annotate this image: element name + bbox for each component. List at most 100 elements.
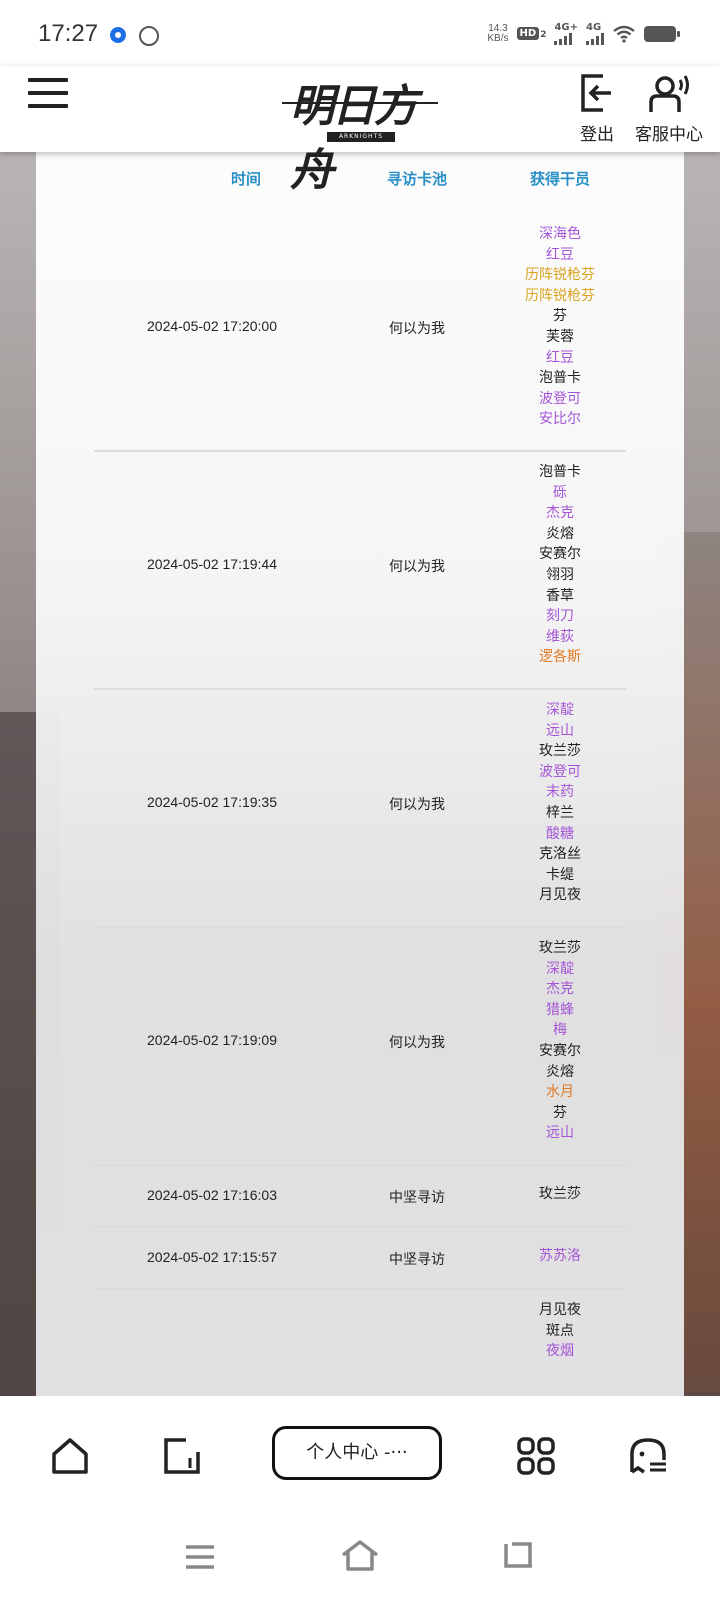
operator-name: 斑点 [546, 1322, 574, 1339]
operator-name: 芬 [553, 308, 567, 325]
operator-name: 安赛尔 [539, 546, 581, 563]
home-icon[interactable] [50, 1436, 90, 1476]
operator-name: 梅 [553, 1022, 567, 1039]
operator-name: 酸糖 [546, 825, 574, 842]
header-operators: 获得干员 [529, 170, 590, 188]
operator-name: 深靛 [546, 960, 574, 977]
cell-time: 2024-05-02 17:19:35 [147, 794, 277, 810]
logout-icon [581, 74, 611, 112]
operator-name: 安赛尔 [539, 1042, 581, 1059]
cell-pool: 中坚寻访 [389, 1252, 445, 1268]
operator-name: 刻刀 [546, 608, 574, 625]
customer-service-button[interactable]: 客服中心 [630, 72, 708, 145]
operator-name: 月见夜 [539, 887, 581, 904]
logout-button[interactable]: 登出 [574, 72, 620, 145]
ghost-icon[interactable] [628, 1436, 668, 1476]
operator-name: 炎熔 [546, 525, 574, 542]
operator-name: 波登可 [539, 763, 581, 780]
operator-name: 深靛 [546, 702, 574, 718]
hd-icon: HD 2 [516, 27, 546, 40]
operator-name: 红豆 [546, 349, 574, 366]
operator-name: 芬 [553, 1104, 567, 1121]
system-nav-bar [0, 1516, 720, 1600]
status-icons: 14.3 KB/s HD 2 4G+ 4G [487, 22, 680, 45]
operator-name: 安比尔 [539, 411, 581, 428]
operator-name: 月见夜 [539, 1302, 581, 1318]
customer-service-icon [649, 75, 689, 112]
menu-button[interactable] [28, 78, 68, 112]
operator-name: 克洛丝 [539, 846, 581, 863]
cell-operators: 苏苏洛 [486, 1246, 634, 1267]
operator-name: 泡普卡 [539, 464, 581, 480]
operator-name: 夜烟 [546, 1343, 574, 1360]
operator-name: 杰克 [546, 981, 574, 998]
operator-name: 维荻 [546, 628, 574, 645]
cell-pool: 中坚寻访 [389, 1190, 445, 1206]
battery-icon [644, 25, 680, 42]
operator-name: 炎熔 [546, 1063, 574, 1080]
operator-name: 历阵锐枪芬 [525, 287, 595, 304]
menu-icon[interactable] [184, 1544, 216, 1570]
table-row: 2024-05-02 17:20:00 何以为我 深海色 红豆 历阵锐枪芬 历阵锐枪芬芬芙… [94, 214, 626, 452]
cell-operators: 月见夜 斑点 夜烟 [486, 1300, 634, 1362]
tab-icon[interactable] [162, 1436, 202, 1476]
operator-name: 梓兰 [546, 804, 574, 821]
wifi-icon [613, 25, 635, 43]
table-row: 2024-05-02 17:16:03 中坚寻访 玫兰莎 [94, 1166, 626, 1228]
operator-name: 玫兰莎 [539, 940, 581, 956]
operator-name: 玫兰莎 [539, 1186, 581, 1202]
home-icon[interactable] [340, 1538, 380, 1572]
cell-pool: 何以为我 [389, 1035, 445, 1051]
cell-time: 2024-05-02 17:15:57 [147, 1249, 277, 1265]
operator-name: 远山 [546, 722, 574, 739]
grid-icon[interactable] [516, 1436, 556, 1476]
operator-name: 深海色 [539, 226, 581, 242]
operator-name: 逻各斯 [539, 649, 581, 666]
cell-operators: 深海色 红豆 历阵锐枪芬 历阵锐枪芬芬芙蓉 红豆 泡普卡 波登可 安比尔 [486, 224, 634, 430]
operator-name: 翎羽 [546, 566, 574, 583]
operator-name: 远山 [546, 1125, 574, 1142]
cell-time: 2024-05-02 17:16:03 [147, 1187, 277, 1203]
table-row: 2024-05-02 17:19:35 何以为我 深靛 远山 玫兰莎 波登可 末药 梓兰 酸糖克… [94, 690, 626, 928]
cell-time: 2024-05-02 17:20:00 [147, 318, 277, 334]
cell-time: 2024-05-02 17:19:09 [147, 1032, 277, 1048]
operator-name: 玫兰莎 [539, 743, 581, 760]
gacha-history-panel[interactable]: 时间 寻访卡池 获得干员 2024-05-02 17:20:00 何以为我 深海色红… [36, 152, 684, 1396]
operator-name: 苏苏洛 [539, 1248, 581, 1264]
app-notification-icon [139, 26, 159, 46]
table-row: 月见夜 斑点 夜烟 [94, 1290, 626, 1382]
operator-name: 卡缇 [546, 866, 574, 883]
operator-name: 猎蜂 [546, 1001, 574, 1018]
operator-name: 历阵锐枪芬 [525, 267, 595, 284]
cell-operators: 泡普卡砾杰克炎熔安赛尔翎羽香草刻刀维荻逻各斯 [486, 462, 634, 668]
status-time: 17:27 [38, 20, 99, 47]
operator-name: 杰克 [546, 505, 574, 522]
cell-time: 2024-05-02 17:19:44 [147, 556, 277, 572]
browser-bottom-bar: 个人中心 -··· [0, 1396, 720, 1516]
operator-name: 泡普卡 [539, 370, 581, 387]
cell-pool: 何以为我 [389, 559, 445, 575]
back-icon[interactable] [502, 1540, 536, 1570]
operator-name: 砾 [553, 484, 567, 501]
cell-operators: 玫兰莎 [486, 1184, 634, 1205]
operator-name: 末药 [546, 784, 574, 801]
table-row: 2024-05-02 17:19:09 何以为我 玫兰莎深靛杰克猎蜂梅安赛尔炎熔水月… [94, 928, 626, 1166]
cell-pool: 何以为我 [389, 321, 445, 337]
signal-icon-2: 4G [586, 22, 604, 45]
signal-icon-1: 4G+ [554, 22, 578, 45]
table-row: 2024-05-02 17:15:57 中坚寻访 苏苏洛 [94, 1228, 626, 1290]
operator-name: 水月 [546, 1084, 574, 1101]
operator-name: 芙蓉 [546, 328, 574, 345]
operator-name: 香草 [546, 587, 574, 604]
table-row: 2024-05-02 17:19:44 何以为我 泡普卡砾杰克炎熔安赛尔翎羽香草刻刀… [94, 452, 626, 690]
net-speed: 14.3 KB/s [487, 22, 509, 44]
cell-operators: 深靛远山玫兰莎波登可末药梓兰酸糖克洛丝卡缇月见夜 [486, 700, 634, 906]
site-header: 明日方舟 ARKNIGHTS 登出 客服中心 [0, 66, 720, 196]
user-center-button[interactable]: 个人中心 -··· [272, 1426, 442, 1480]
operator-name: 红豆 [546, 246, 574, 263]
notification-icon [110, 27, 126, 43]
menu-icon [28, 78, 68, 82]
arknights-logo[interactable]: 明日方舟 ARKNIGHTS [282, 68, 438, 196]
cell-operators: 玫兰莎深靛杰克猎蜂梅安赛尔炎熔水月芬远山 [486, 938, 634, 1144]
status-bar: 17:27 14.3 KB/s HD 2 4G+ 4G [0, 0, 720, 66]
